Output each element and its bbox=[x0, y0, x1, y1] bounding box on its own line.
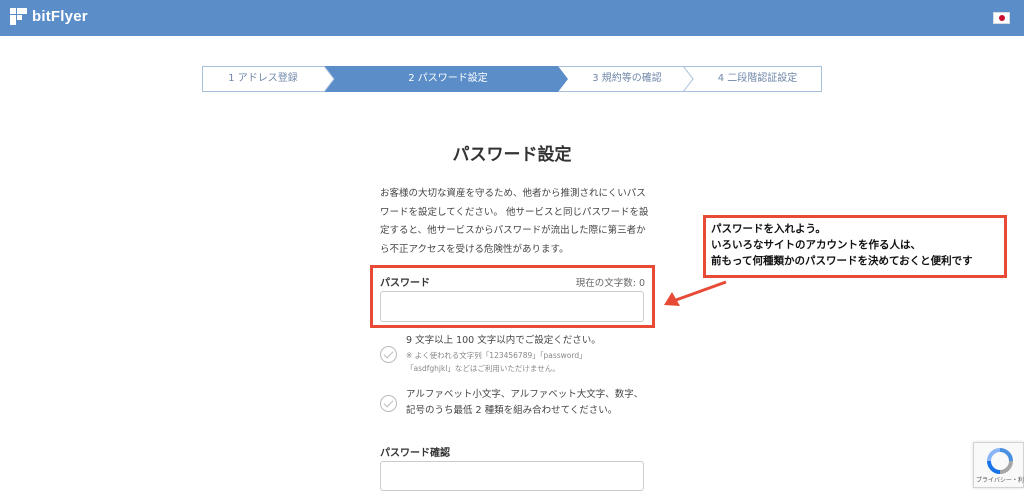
password-label: パスワード bbox=[380, 278, 430, 289]
logo-text: bitFlyer bbox=[32, 8, 88, 25]
intro-line: 定すると、他サービスからパスワードが流出した際に第三者か bbox=[380, 225, 646, 236]
intro-line: ワードを設定してください。 他サービスと同じパスワードを設 bbox=[380, 206, 649, 218]
recaptcha-icon bbox=[987, 448, 1013, 474]
rule-length-text: 9 文字以上 100 文字以内でご設定ください。 bbox=[406, 335, 601, 346]
rule-charset-text: アルファベット小文字、アルファベット大文字、数字、 bbox=[406, 389, 644, 400]
password-confirm-label: パスワード確認 bbox=[380, 448, 450, 459]
logo-mark-icon bbox=[10, 8, 27, 25]
rule-charset-text: 記号のうち最低 2 種類を組み合わせてください。 bbox=[406, 405, 618, 416]
page-title: パスワード設定 bbox=[452, 145, 572, 165]
step-2-password: 2 パスワード設定 bbox=[408, 73, 488, 84]
annotation-arrow-icon bbox=[664, 280, 727, 306]
password-input[interactable] bbox=[380, 291, 644, 322]
top-bar: bitFlyer bbox=[0, 0, 1024, 36]
intro-text: お客様の大切な資産を守るため、他者から推測されにくいパス ワードを設定してくださ… bbox=[380, 185, 652, 259]
callout-line: いろいろなサイトのアカウントを作る人は、 bbox=[711, 239, 921, 251]
check-circle-icon bbox=[380, 346, 397, 363]
rule-length-note: ※ よく使われる文字列「123456789」「password」 bbox=[406, 351, 587, 360]
step-3-terms: 3 規約等の確認 bbox=[592, 73, 662, 84]
jp-flag-icon[interactable] bbox=[993, 12, 1010, 24]
check-circle-icon bbox=[380, 395, 397, 412]
step-4-two-factor: 4 二段階認証設定 bbox=[717, 73, 798, 84]
callout-line: パスワードを入れよう。 bbox=[711, 223, 826, 235]
bitflyer-logo[interactable]: bitFlyer bbox=[10, 8, 88, 25]
password-confirm-input[interactable] bbox=[380, 461, 644, 491]
step-1-address: 1 アドレス登録 bbox=[228, 73, 298, 84]
intro-line: お客様の大切な資産を守るため、他者から推測されにくいパス bbox=[380, 188, 646, 199]
registration-stepper: 1 アドレス登録 2 パスワード設定 3 規約等の確認 4 二段階認証設定 bbox=[202, 66, 822, 92]
character-counter: 現在の文字数: 0 bbox=[575, 278, 645, 289]
recaptcha-terms[interactable]: プライバシー・利用規約 bbox=[976, 475, 1024, 484]
recaptcha-badge[interactable]: プライバシー・利用規約 bbox=[973, 442, 1024, 488]
annotation-callout: パスワードを入れよう。 いろいろなサイトのアカウントを作る人は、 前もって何種類… bbox=[703, 215, 1007, 278]
intro-line: ら不正アクセスを受ける危険性があります。 bbox=[380, 243, 569, 255]
rule-length-note: 「asdfghjkl」などはご利用いただけません。 bbox=[406, 364, 560, 373]
callout-line: 前もって何種類かのパスワードを決めておくと便利です bbox=[711, 255, 973, 267]
